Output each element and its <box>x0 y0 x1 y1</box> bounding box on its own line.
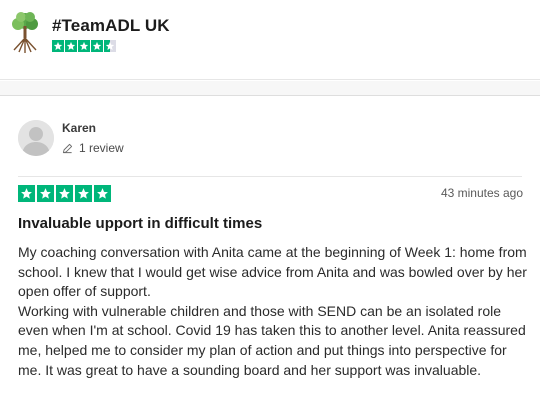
section-separator <box>0 81 540 96</box>
review-paragraph: My coaching conversation with Anita came… <box>18 244 527 300</box>
star-icon <box>52 40 64 52</box>
star-icon <box>94 185 111 202</box>
pencil-icon <box>62 143 73 153</box>
star-icon <box>91 40 103 52</box>
review-star-rating <box>18 185 111 202</box>
star-icon <box>56 185 73 202</box>
company-trust-rating <box>52 40 116 52</box>
user-silhouette-icon <box>18 120 54 156</box>
company-name[interactable]: #TeamADL UK <box>52 16 170 36</box>
star-icon <box>37 185 54 202</box>
divider <box>18 176 522 177</box>
company-header: #TeamADL UK <box>0 0 540 80</box>
star-icon <box>75 185 92 202</box>
half-star-icon <box>104 40 116 52</box>
reviewer-review-count: 1 review <box>62 141 124 155</box>
review-paragraph: Working with vulnerable children and tho… <box>18 302 526 378</box>
review-date: 43 minutes ago <box>440 186 523 200</box>
review-count-label: 1 review <box>79 141 124 155</box>
star-icon <box>18 185 35 202</box>
tree-logo-icon[interactable] <box>8 10 42 54</box>
reviewer-avatar[interactable] <box>18 120 54 156</box>
star-icon <box>78 40 90 52</box>
review-title[interactable]: Invaluable upport in difficult times <box>18 215 262 232</box>
reviewer-name[interactable]: Karen <box>62 121 96 135</box>
review-body: My coaching conversation with Anita came… <box>18 243 532 380</box>
star-icon <box>65 40 77 52</box>
review-card: Karen 1 review 43 minutes ago Invaluable… <box>0 97 540 411</box>
